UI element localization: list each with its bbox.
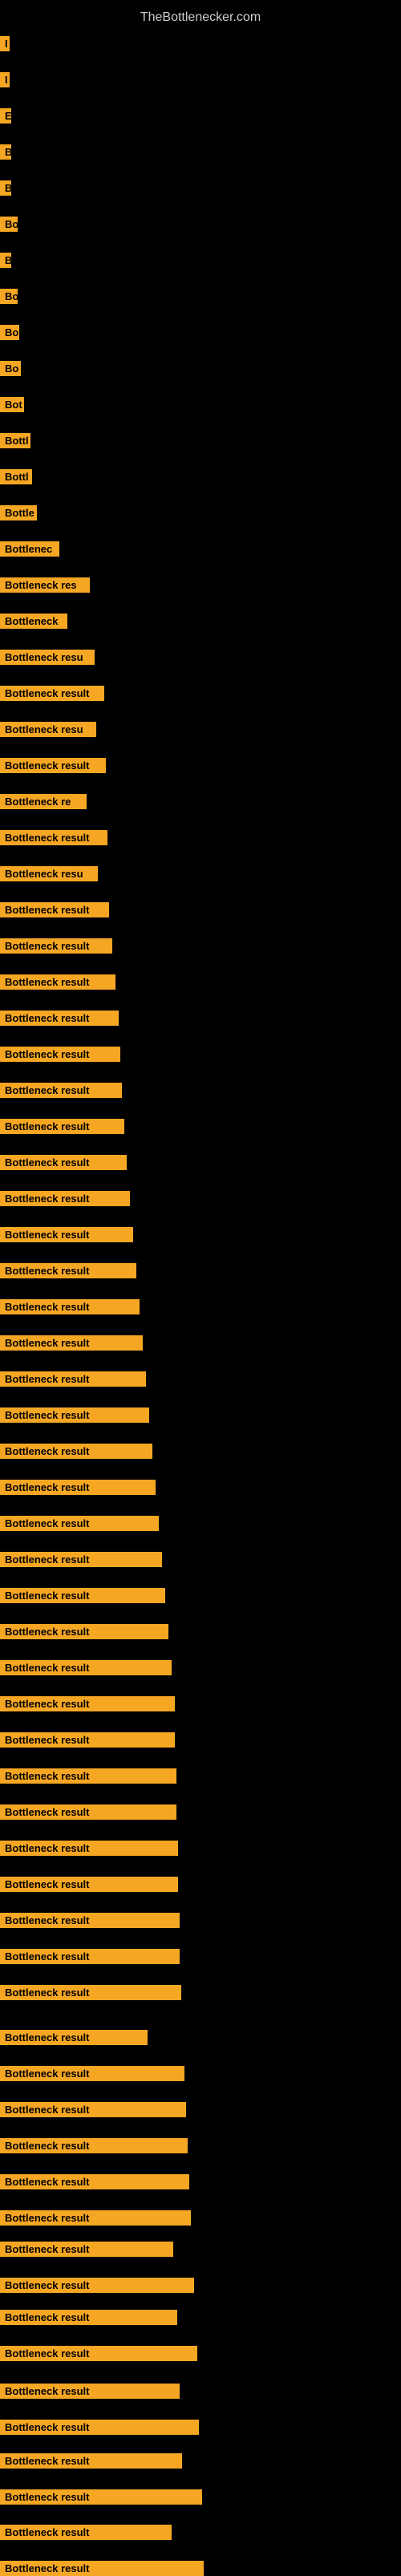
bottleneck-result-label: Bottleneck result (0, 2210, 191, 2226)
bottleneck-result-label: B (0, 144, 11, 160)
bottleneck-result-label: Bottleneck result (0, 2420, 199, 2435)
bottleneck-result-label: Bottleneck result (0, 1949, 180, 1964)
bottleneck-result-label: Bottleneck result (0, 2561, 204, 2576)
bottleneck-result-label: Bottleneck result (0, 1552, 162, 1567)
bottleneck-result-label: Bottl (0, 433, 30, 448)
bottleneck-result-label: Bottl (0, 469, 32, 484)
bottleneck-result-label: Bottleneck result (0, 1191, 130, 1206)
bottleneck-result-label: Bot (0, 397, 24, 412)
bottleneck-result-label: Bottleneck result (0, 1444, 152, 1459)
bottleneck-result-label: Bottleneck result (0, 1011, 119, 1026)
bottleneck-result-label: Bottleneck result (0, 2525, 172, 2540)
bottleneck-result-label: Bottleneck result (0, 1335, 143, 1351)
bottleneck-result-label: Bottleneck res (0, 577, 90, 593)
bottleneck-result-label: Bottleneck result (0, 2453, 182, 2469)
bottleneck-result-label: Bottleneck resu (0, 866, 98, 881)
bottleneck-result-label: Bottleneck result (0, 1768, 176, 1784)
bottleneck-result-label: Bottleneck result (0, 758, 106, 773)
bottleneck-result-label: Bottleneck result (0, 1480, 156, 1495)
bottleneck-result-label: Bottleneck result (0, 1371, 146, 1387)
bottleneck-result-label: Bottleneck result (0, 1119, 124, 1134)
bottleneck-result-label: Bottleneck result (0, 830, 107, 845)
bottleneck-result-label: Bottleneck result (0, 1407, 149, 1423)
bottleneck-result-label: Bottleneck result (0, 1263, 136, 1278)
bottleneck-result-label: Bottleneck result (0, 2030, 148, 2045)
bottleneck-result-label: Bottleneck result (0, 1913, 180, 1928)
bottleneck-result-label: Bottleneck result (0, 1299, 140, 1314)
bottleneck-result-label: Bottleneck result (0, 1841, 178, 1856)
bottleneck-result-label: E (0, 108, 11, 124)
bottleneck-result-label: Bottleneck result (0, 2138, 188, 2153)
bottleneck-result-label: Bottleneck result (0, 1155, 127, 1170)
bottleneck-result-label: Bottleneck result (0, 1083, 122, 1098)
bottleneck-result-label: Bottleneck resu (0, 722, 96, 737)
bottleneck-result-label: Bottleneck result (0, 974, 115, 990)
bottleneck-result-label: Bottleneck result (0, 1660, 172, 1675)
bottleneck-result-label: Bottle (0, 505, 37, 520)
bottleneck-result-label: Bottleneck result (0, 938, 112, 954)
bottleneck-result-label: Bottleneck result (0, 1985, 181, 2000)
bottleneck-result-label: Bottleneck re (0, 794, 87, 809)
bottleneck-result-label: Bottleneck result (0, 1696, 175, 1711)
bottleneck-result-label: Bottleneck result (0, 2278, 194, 2293)
bottleneck-result-label: B (0, 253, 11, 268)
bottleneck-result-label: Bottleneck (0, 614, 67, 629)
bottleneck-result-label: Bottleneck result (0, 2489, 202, 2505)
bottleneck-result-label: Bottleneck result (0, 2384, 180, 2399)
bottleneck-result-label: Bottleneck result (0, 1624, 168, 1639)
bottleneck-result-label: Bo (0, 325, 19, 340)
bottleneck-result-label: Bottleneck result (0, 1588, 165, 1603)
bottleneck-result-label: B (0, 180, 11, 196)
bottleneck-result-label: Bottlenec (0, 541, 59, 557)
bottleneck-result-label: Bottleneck result (0, 2102, 186, 2117)
bottleneck-result-label: Bottleneck result (0, 1804, 176, 1820)
bottleneck-result-label: Bottleneck result (0, 2174, 189, 2189)
bottleneck-result-label: Bottleneck result (0, 1227, 133, 1242)
bottleneck-result-label: I (0, 72, 10, 87)
bottleneck-result-label: Bottleneck result (0, 2066, 184, 2081)
bottleneck-result-label: Bo (0, 217, 18, 232)
bottleneck-result-label: Bottleneck result (0, 1732, 175, 1748)
bottleneck-result-label: Bottleneck result (0, 902, 109, 917)
bottleneck-result-label: Bottleneck result (0, 2346, 197, 2361)
site-title: TheBottlenecker.com (0, 4, 401, 31)
bottleneck-result-label: Bottleneck result (0, 686, 104, 701)
bottleneck-result-label: Bottleneck result (0, 1516, 159, 1531)
bottleneck-result-label: Bottleneck resu (0, 650, 95, 665)
bottleneck-result-label: Bottleneck result (0, 2310, 177, 2325)
bottleneck-result-label: I (0, 36, 10, 51)
bottleneck-result-label: Bo (0, 361, 21, 376)
bottleneck-result-label: Bottleneck result (0, 2242, 173, 2257)
bottleneck-result-label: Bottleneck result (0, 1047, 120, 1062)
bottleneck-result-label: Bottleneck result (0, 1877, 178, 1892)
bottleneck-result-label: Bo (0, 289, 18, 304)
